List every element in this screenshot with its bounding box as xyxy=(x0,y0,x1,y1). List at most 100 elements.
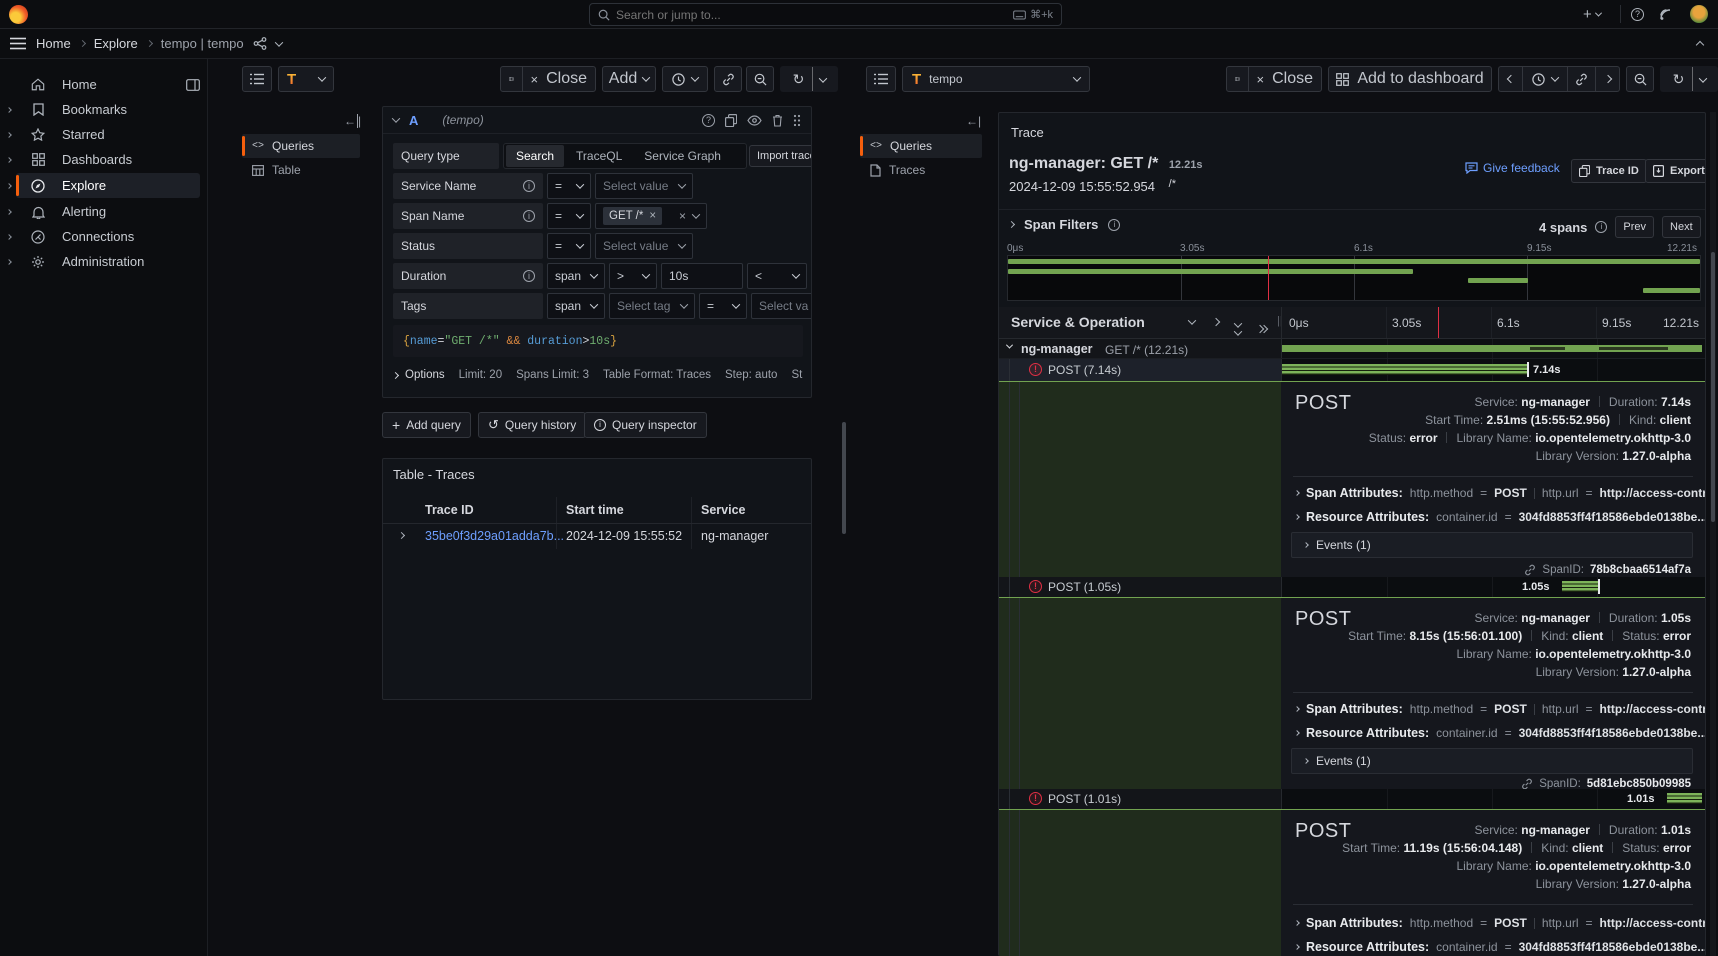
hide-response-eye-icon[interactable] xyxy=(747,115,762,126)
span-detail-panel-1[interactable]: POST Service: ng-managerDuration: 7.14s … xyxy=(1281,381,1705,577)
global-search[interactable]: ⌘+k xyxy=(589,3,1062,26)
tags-operator-select[interactable]: = xyxy=(699,293,747,319)
right-nav-traces[interactable]: Traces xyxy=(860,158,982,182)
add-query-button[interactable]: +Add query xyxy=(382,412,471,438)
resource-attributes-row[interactable]: Resource Attributes: container.id=304fd8… xyxy=(1295,940,1706,954)
left-zoom-out-button[interactable] xyxy=(746,66,774,92)
give-feedback-link[interactable]: Give feedback xyxy=(1465,161,1560,175)
status-value-select[interactable]: Select value xyxy=(595,233,693,259)
service-operation-header[interactable]: Service & Operation xyxy=(1011,314,1145,330)
search-input[interactable] xyxy=(616,8,1007,22)
left-datasource-picker[interactable]: T xyxy=(278,66,334,92)
right-pane-scrollbar-thumb[interactable] xyxy=(1711,252,1715,522)
span-row-root[interactable]: ng-manager GET /* (12.21s) xyxy=(999,339,1705,359)
query-inspector-button[interactable]: iQuery inspector xyxy=(584,412,707,438)
span-attributes-row[interactable]: Span Attributes: http.method=POST http.u… xyxy=(1295,486,1706,500)
grafana-logo[interactable] xyxy=(9,5,28,24)
status-operator-select[interactable]: = xyxy=(547,233,591,259)
news-icon[interactable] xyxy=(1659,8,1673,21)
query-help-icon[interactable]: ? xyxy=(702,114,715,127)
span-attributes-row[interactable]: Span Attributes: http.method=POST http.u… xyxy=(1295,702,1706,716)
right-run-query-button[interactable]: ↻ xyxy=(1660,66,1718,92)
expand-icon[interactable] xyxy=(6,234,12,240)
left-outline-toggle-button[interactable] xyxy=(242,66,272,92)
breadcrumb-explore[interactable]: Explore xyxy=(94,36,138,51)
table-row[interactable]: 35be0f3d29a01adda7b... 2024-12-09 15:55:… xyxy=(383,523,811,549)
tab-traceql[interactable]: TraceQL xyxy=(566,145,632,167)
time-shift-back-button[interactable] xyxy=(1498,66,1522,92)
span-bar[interactable] xyxy=(1282,364,1527,375)
span-bar[interactable] xyxy=(1667,793,1702,804)
left-nav-queries[interactable]: <> Queries xyxy=(242,134,360,158)
duration-value-input[interactable] xyxy=(661,263,743,289)
trace-minimap[interactable] xyxy=(1007,255,1701,301)
left-nav-table[interactable]: Table xyxy=(242,158,360,182)
span-detail-panel-3[interactable]: POST Service: ng-managerDuration: 1.01s … xyxy=(1281,809,1705,956)
sidebar-item-administration[interactable]: Administration xyxy=(0,249,208,274)
trace-id-button[interactable]: Trace ID xyxy=(1571,159,1647,183)
right-pane-scrollbar-track[interactable] xyxy=(1710,112,1716,956)
time-shift-forward-button[interactable] xyxy=(1596,66,1620,92)
sidebar-item-bookmarks[interactable]: Bookmarks xyxy=(0,97,208,122)
span-detail-panel-2[interactable]: POST Service: ng-managerDuration: 1.05s … xyxy=(1281,597,1705,789)
clear-icon[interactable]: × xyxy=(679,209,686,223)
remove-query-trash-icon[interactable] xyxy=(772,114,783,127)
add-to-dashboard-button[interactable]: Add to dashboard xyxy=(1328,66,1492,92)
span-bar-root[interactable] xyxy=(1282,345,1702,352)
sidebar-item-explore[interactable]: Explore xyxy=(0,172,208,199)
breadcrumb-actions-caret-icon[interactable] xyxy=(274,38,282,46)
right-datasource-picker[interactable]: T tempo xyxy=(902,66,1090,92)
left-time-range-button[interactable] xyxy=(662,66,708,92)
span-name-value-select[interactable]: GET /*× × xyxy=(595,203,707,229)
resource-attributes-row[interactable]: Resource Attributes: container.id=304fd8… xyxy=(1295,510,1706,524)
tags-value-select[interactable]: Select va xyxy=(751,293,812,319)
left-close-pane-button[interactable]: ×Close xyxy=(500,66,596,92)
span-attributes-row[interactable]: Span Attributes: http.method=POST http.u… xyxy=(1295,916,1706,930)
span-row-post-1-01s[interactable]: ! POST (1.01s) 1.01s xyxy=(999,789,1705,809)
span-name-chip[interactable]: GET /*× xyxy=(603,207,662,225)
events-row[interactable]: Events (1) xyxy=(1291,532,1693,558)
right-outline-toggle-button[interactable] xyxy=(866,66,896,92)
panel-title[interactable]: Table - Traces xyxy=(393,467,475,482)
span-name-operator-select[interactable]: = xyxy=(547,203,591,229)
right-time-range-button[interactable] xyxy=(1522,66,1568,92)
query-history-button[interactable]: ↺Query history xyxy=(478,412,586,438)
duration-operator-select[interactable]: > xyxy=(609,263,657,289)
sidebar-item-connections[interactable]: Connections xyxy=(0,224,208,249)
share-icon[interactable] xyxy=(253,37,267,50)
user-avatar[interactable] xyxy=(1690,5,1708,23)
expand-icon[interactable] xyxy=(6,157,12,163)
query-row-header[interactable]: A (tempo) ? xyxy=(383,107,811,134)
remove-chip-icon[interactable]: × xyxy=(649,210,656,222)
resource-attributes-row[interactable]: Resource Attributes: container.id=304fd8… xyxy=(1295,726,1706,740)
help-icon[interactable]: ? xyxy=(1631,8,1644,21)
breadcrumb-home[interactable]: Home xyxy=(36,36,71,51)
duration-scope-select[interactable]: span xyxy=(547,263,605,289)
column-header-trace-id[interactable]: Trace ID xyxy=(425,503,474,517)
span-row-post-1-05s[interactable]: ! POST (1.05s) 1.05s xyxy=(999,577,1705,597)
column-header-start-time[interactable]: Start time xyxy=(566,503,624,517)
right-nav-queries[interactable]: <> Queries xyxy=(860,134,982,158)
service-name-value-select[interactable]: Select value xyxy=(595,173,693,199)
column-header-service[interactable]: Service xyxy=(701,503,745,517)
panel-title[interactable]: Trace xyxy=(1011,125,1044,140)
expand-icon[interactable] xyxy=(6,107,12,113)
left-add-button[interactable]: Add xyxy=(602,66,656,92)
expand-icon[interactable] xyxy=(6,132,12,138)
right-permalink-button[interactable] xyxy=(1568,66,1596,92)
sidebar-item-starred[interactable]: Starred xyxy=(0,122,208,147)
expand-options-icon[interactable] xyxy=(393,371,399,378)
collapse-sidebar-icon[interactable]: ←| xyxy=(344,114,361,128)
row-expand-icon[interactable] xyxy=(398,532,405,539)
trace-id-link[interactable]: 35be0f3d29a01adda7b... xyxy=(425,529,564,543)
drag-handle-icon[interactable] xyxy=(793,114,801,127)
new-menu-button[interactable]: + xyxy=(1583,6,1601,23)
next-span-button[interactable]: Next xyxy=(1662,216,1701,238)
left-pane-scrollbar[interactable] xyxy=(842,422,846,534)
import-trace-button[interactable]: Import trace xyxy=(749,145,812,167)
span-bar[interactable] xyxy=(1562,581,1598,592)
duration-max-operator-select[interactable]: < xyxy=(747,263,807,289)
left-run-query-button[interactable]: ↻ xyxy=(780,66,838,92)
tags-key-select[interactable]: Select tag xyxy=(609,293,695,319)
tags-scope-select[interactable]: span xyxy=(547,293,605,319)
